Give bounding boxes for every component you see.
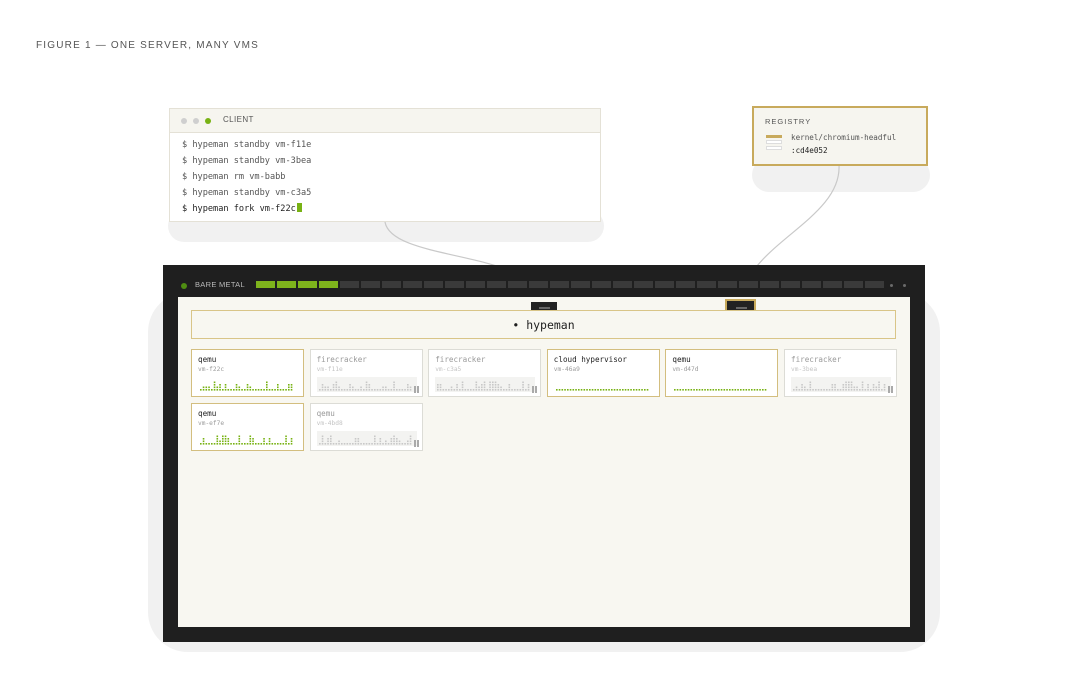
image-layers-icon: [766, 135, 782, 152]
power-led-icon: [181, 283, 187, 289]
vm-id: vm-4bd8: [316, 420, 343, 427]
cpu-core: [277, 281, 296, 288]
vm-hypervisor: qemu: [316, 409, 335, 418]
terminal-line-text: $ hypeman standby vm-3bea: [182, 156, 312, 166]
vm-activity-meter: [555, 389, 649, 391]
vm-hypervisor: qemu: [672, 355, 691, 364]
server-workspace: • hypeman qemu vm-f22c firecracker vm-f11e f…: [178, 297, 910, 627]
vm-card[interactable]: qemu vm-f22c: [191, 349, 304, 397]
window-dot-icon: [181, 118, 187, 124]
vm-activity-meter: [200, 435, 293, 445]
client-title: CLIENT: [223, 115, 254, 124]
cpu-core: [550, 281, 569, 288]
cpu-core: [319, 281, 338, 288]
cpu-core: [571, 281, 590, 288]
cpu-core: [424, 281, 443, 288]
cpu-core: [445, 281, 464, 288]
cpu-core: [256, 281, 275, 288]
cpu-core: [592, 281, 611, 288]
cpu-core: [382, 281, 401, 288]
cpu-core: [508, 281, 527, 288]
vm-id: vm-c3a5: [435, 366, 462, 373]
vm-id: vm-d47d: [672, 366, 699, 373]
vm-activity-meter: [674, 389, 767, 391]
terminal-line-text: $ hypeman standby vm-c3a5: [182, 188, 312, 198]
cpu-core: [466, 281, 485, 288]
cpu-core: [781, 281, 800, 288]
terminal-line: $ hypeman standby vm-3bea: [182, 153, 600, 169]
cpu-core: [298, 281, 317, 288]
vm-card[interactable]: qemu vm-ef7e: [191, 403, 304, 451]
terminal-line-text: $ hypeman rm vm-babb: [182, 172, 286, 182]
server-label: BARE METAL: [195, 280, 245, 289]
registry-title: REGISTRY: [765, 117, 812, 126]
vm-card[interactable]: qemu vm-4bd8: [309, 403, 423, 451]
vm-hypervisor: cloud hypervisor: [553, 355, 627, 364]
cpu-core: [844, 281, 863, 288]
vm-activity-meter: [316, 377, 417, 392]
pause-icon: [413, 440, 419, 447]
status-dot-icon: [903, 284, 906, 287]
window-dot-icon: [193, 118, 199, 124]
cpu-core: [634, 281, 653, 288]
pause-icon: [888, 386, 893, 393]
status-dot-icon: [890, 284, 893, 287]
server-topbar: BARE METAL: [163, 265, 925, 297]
vm-id: vm-46a9: [553, 366, 580, 373]
pause-icon: [413, 386, 419, 393]
vm-id: vm-f22c: [198, 366, 225, 373]
client-titlebar: CLIENT: [170, 109, 600, 133]
vm-hypervisor: firecracker: [316, 355, 367, 364]
cpu-core: [487, 281, 506, 288]
pause-icon: [532, 386, 538, 393]
registry-image-name: kernel/chromium-headful: [791, 133, 897, 142]
registry-panel: REGISTRY kernel/chromium-headful :cd4e05…: [752, 106, 928, 166]
vm-hypervisor: qemu: [198, 409, 217, 418]
vm-activity-meter: [200, 381, 293, 391]
hypeman-daemon[interactable]: • hypeman: [191, 310, 896, 339]
vm-hypervisor: firecracker: [435, 355, 486, 364]
vm-card[interactable]: firecracker vm-3bea: [784, 349, 897, 397]
vm-hypervisor: firecracker: [791, 355, 842, 364]
terminal-line: $ hypeman standby vm-f11e: [182, 137, 600, 153]
terminal-line-text: $ hypeman standby vm-f11e: [182, 140, 312, 150]
cpu-core: [340, 281, 359, 288]
vm-activity-meter: [316, 431, 417, 446]
cpu-cores: [256, 281, 884, 288]
terminal-line: $ hypeman fork vm-f22c: [182, 201, 600, 217]
vm-activity-meter: [791, 377, 891, 392]
vm-activity-meter: [435, 377, 536, 392]
window-active-dot-icon: [205, 118, 211, 124]
vm-id: vm-ef7e: [198, 420, 225, 427]
cursor-icon: [296, 203, 302, 212]
cpu-core: [361, 281, 380, 288]
terminal-line: $ hypeman standby vm-c3a5: [182, 185, 600, 201]
client-terminal[interactable]: CLIENT $ hypeman standby vm-f11e $ hypema…: [169, 108, 601, 222]
cpu-core: [739, 281, 758, 288]
terminal-output: $ hypeman standby vm-f11e $ hypeman stand…: [170, 133, 600, 217]
vm-hypervisor: qemu: [198, 355, 217, 364]
vm-card[interactable]: cloud hypervisor vm-46a9: [546, 349, 660, 397]
vm-card[interactable]: firecracker vm-c3a5: [428, 349, 542, 397]
cpu-core: [676, 281, 695, 288]
cpu-core: [403, 281, 422, 288]
registry-image-tag: :cd4e052: [791, 146, 828, 155]
cpu-core: [655, 281, 674, 288]
vm-id: vm-f11e: [316, 366, 343, 373]
cpu-core: [823, 281, 842, 288]
cpu-core: [802, 281, 821, 288]
cpu-core: [697, 281, 716, 288]
cpu-core: [529, 281, 548, 288]
terminal-line: $ hypeman rm vm-babb: [182, 169, 600, 185]
cpu-core: [613, 281, 632, 288]
cpu-core: [760, 281, 779, 288]
vm-card[interactable]: firecracker vm-f11e: [309, 349, 423, 397]
vm-id: vm-3bea: [791, 366, 818, 373]
vm-card[interactable]: qemu vm-d47d: [665, 349, 779, 397]
bare-metal-server: BARE METAL • hypeman qemu vm-f22c firecrac…: [163, 265, 925, 642]
terminal-line-text: $ hypeman fork vm-f22c: [182, 204, 296, 214]
cpu-core: [865, 281, 884, 288]
cpu-core: [718, 281, 737, 288]
